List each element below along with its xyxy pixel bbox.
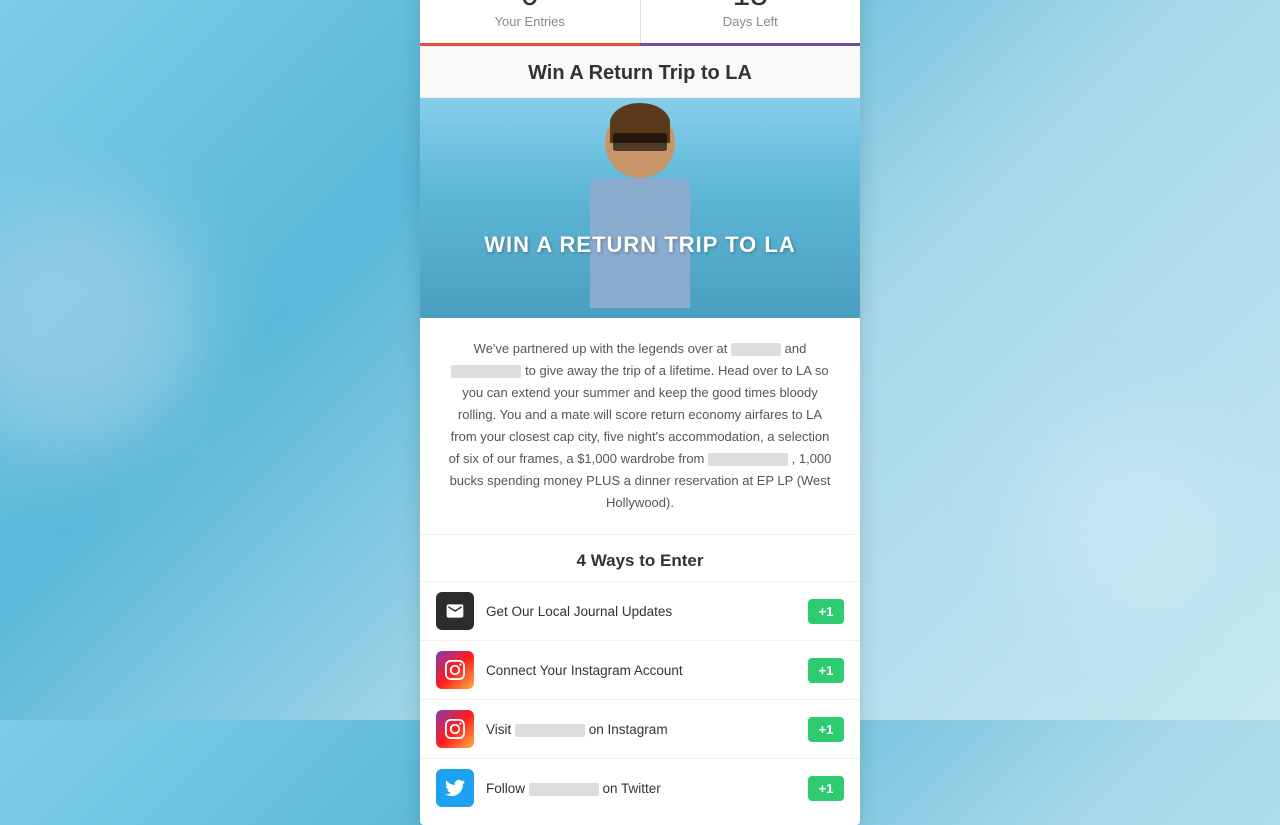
instagram-visit-icon (436, 710, 474, 748)
contest-title: Win A Return Trip to LA (420, 46, 860, 98)
desc-brand1 (731, 343, 781, 356)
ways-to-enter-section: 4 Ways to Enter Get Our Local Journal Up… (420, 535, 860, 825)
entry-badge-instagram-visit: +1 (808, 717, 844, 742)
entry-text-instagram-visit: Visit on Instagram (486, 722, 796, 737)
entry-text-twitter-follow: Follow on Twitter (486, 781, 796, 796)
contest-description: We've partnered up with the legends over… (420, 318, 860, 536)
desc-body: to give away the trip of a lifetime. Hea… (449, 363, 830, 466)
desc-brand3 (708, 453, 788, 466)
entries-value: 0 (430, 0, 630, 10)
email-svg (445, 601, 465, 621)
person-head (605, 108, 675, 178)
entry-item-twitter-follow[interactable]: Follow on Twitter +1 (420, 758, 860, 817)
entry-list: Get Our Local Journal Updates +1 Connect… (420, 581, 860, 825)
days-label: Days Left (651, 14, 851, 29)
instagram-visit-svg (445, 719, 465, 739)
person-glasses (613, 133, 667, 151)
stats-row: 0 Your Entries 15 Days Left (420, 0, 860, 46)
instagram-connect-svg (445, 660, 465, 680)
entry-text-email: Get Our Local Journal Updates (486, 604, 796, 619)
email-icon (436, 592, 474, 630)
instagram-connect-icon (436, 651, 474, 689)
entry-badge-instagram-connect: +1 (808, 658, 844, 683)
banner-person (540, 108, 740, 318)
entry-badge-twitter-follow: +1 (808, 776, 844, 801)
entry-text-instagram-connect: Connect Your Instagram Account (486, 663, 796, 678)
desc-intro: We've partnered up with the legends over… (474, 341, 728, 356)
days-stat: 15 Days Left (641, 0, 861, 43)
contest-card: 0 Your Entries 15 Days Left Win A Return… (420, 0, 860, 825)
banner-image: WIN A RETURN TRIP TO LA (420, 98, 860, 318)
days-value: 15 (651, 0, 851, 10)
instagram-visit-redacted (515, 724, 585, 737)
entry-item-email[interactable]: Get Our Local Journal Updates +1 (420, 581, 860, 640)
entry-item-instagram-connect[interactable]: Connect Your Instagram Account +1 (420, 640, 860, 699)
entry-item-instagram-visit[interactable]: Visit on Instagram +1 (420, 699, 860, 758)
ways-title: 4 Ways to Enter (420, 535, 860, 581)
entries-stat: 0 Your Entries (420, 0, 641, 43)
twitter-svg (445, 778, 465, 798)
desc-and: and (785, 341, 807, 356)
entry-badge-email: +1 (808, 599, 844, 624)
twitter-icon (436, 769, 474, 807)
twitter-follow-redacted (529, 783, 599, 796)
entries-label: Your Entries (430, 14, 630, 29)
desc-brand2 (451, 365, 521, 378)
banner-overlay-text: WIN A RETURN TRIP TO LA (420, 232, 860, 258)
